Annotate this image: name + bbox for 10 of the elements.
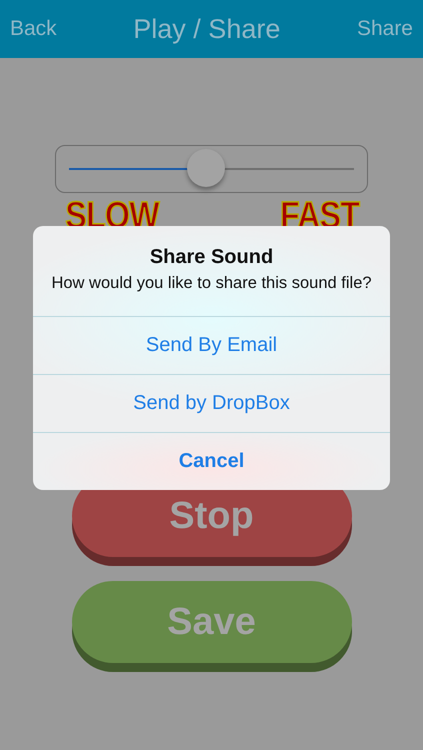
back-button[interactable]: Back	[10, 17, 57, 41]
alert-option[interactable]: Send By Email	[33, 316, 390, 374]
screen-title: Play / Share	[133, 14, 280, 44]
share-button[interactable]: Share	[356, 17, 413, 41]
alert-message: How would you like to share this sound file?	[51, 273, 372, 294]
action-button[interactable]: Save	[72, 581, 352, 663]
alert-option[interactable]: Send by DropBox	[33, 374, 390, 432]
cancel-button[interactable]: Cancel	[33, 432, 390, 490]
alert-title: Share Sound	[150, 246, 274, 269]
slider-thumb[interactable]	[186, 149, 225, 187]
